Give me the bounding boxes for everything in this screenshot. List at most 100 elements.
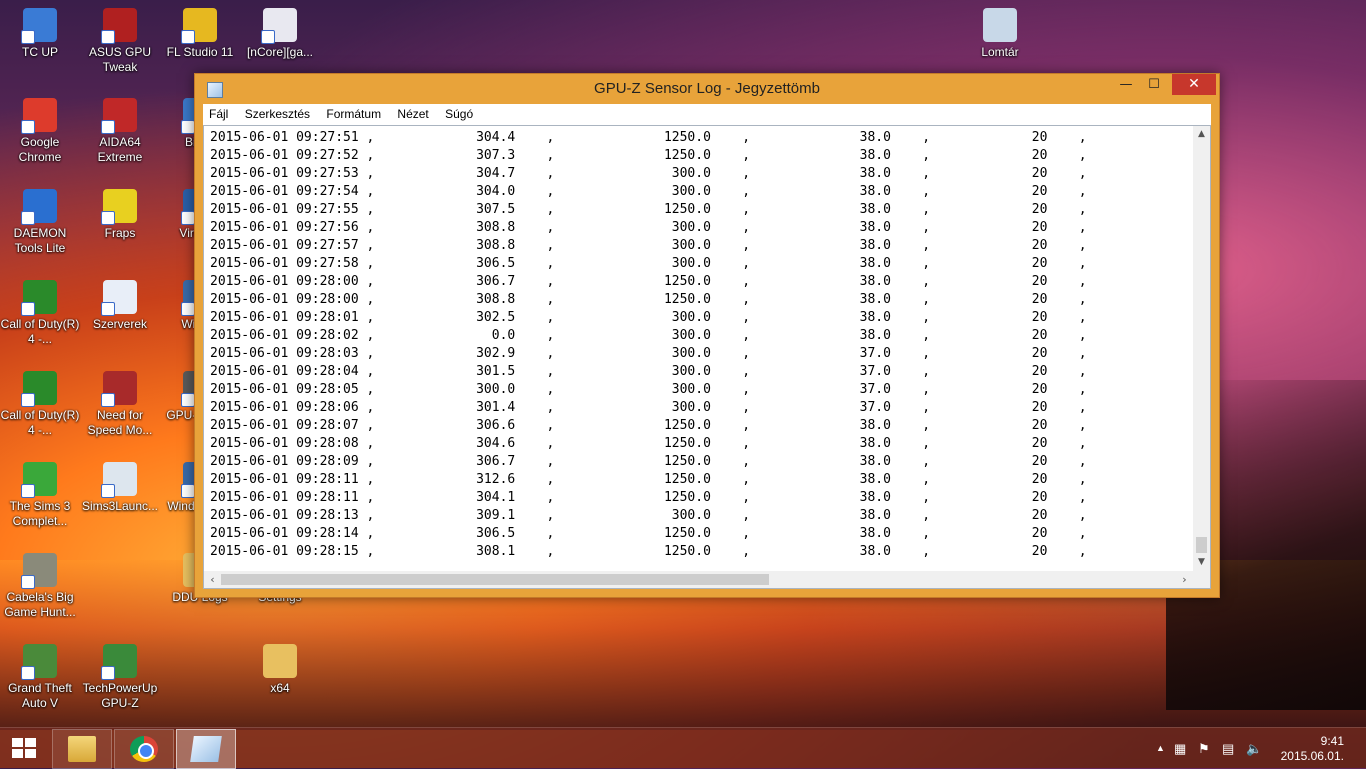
desktop-icon[interactable]: Grand Theft Auto V xyxy=(0,644,80,711)
network-icon[interactable]: ▤ xyxy=(1222,741,1234,757)
desktop-icon-label: Call of Duty(R) 4 -... xyxy=(0,408,80,437)
log-line: 2015-06-01 09:27:53 , 304.7 , 300.0 , 38… xyxy=(210,166,1087,181)
desktop-icon-label: Google Chrome xyxy=(18,135,62,164)
app-icon xyxy=(101,189,137,225)
desktop-icon[interactable]: [nCore][ga... xyxy=(240,8,320,60)
folder-icon xyxy=(68,736,96,762)
log-line: 2015-06-01 09:28:00 , 306.7 , 1250.0 , 3… xyxy=(210,274,1087,289)
desktop-icon-label: Need for Speed Mo... xyxy=(87,408,153,437)
app-icon xyxy=(101,98,137,134)
desktop-icon[interactable]: Need for Speed Mo... xyxy=(80,371,160,438)
start-button[interactable] xyxy=(0,728,48,768)
show-hidden-icons-button[interactable]: ▲ xyxy=(1156,743,1165,753)
desktop-icon[interactable]: Call of Duty(R) 4 -... xyxy=(0,280,80,347)
scroll-left-button[interactable]: ‹ xyxy=(204,571,221,588)
taskbar-notepad[interactable] xyxy=(176,729,236,769)
log-line: 2015-06-01 09:28:11 , 312.6 , 1250.0 , 3… xyxy=(210,472,1087,487)
volume-icon[interactable]: 🔈 xyxy=(1246,741,1262,757)
log-line: 2015-06-01 09:28:01 , 302.5 , 300.0 , 38… xyxy=(210,310,1087,325)
log-line: 2015-06-01 09:28:14 , 306.5 , 1250.0 , 3… xyxy=(210,526,1087,541)
desktop-icon[interactable]: ASUS GPU Tweak xyxy=(80,8,160,75)
vertical-scroll-thumb[interactable] xyxy=(1196,537,1207,553)
desktop-icon-label: x64 xyxy=(270,681,290,695)
menu-edit[interactable]: Szerkesztés xyxy=(239,104,317,121)
app-icon xyxy=(21,553,57,589)
desktop-icon[interactable]: x64 xyxy=(240,644,320,696)
scroll-up-button[interactable]: ▲ xyxy=(1193,126,1210,143)
desktop-icon[interactable]: Fraps xyxy=(80,189,160,241)
desktop-icon-label: Szerverek xyxy=(92,317,148,331)
desktop-icon[interactable]: Call of Duty(R) 4 -... xyxy=(0,371,80,438)
log-line: 2015-06-01 09:27:51 , 304.4 , 1250.0 , 3… xyxy=(210,130,1087,145)
app-icon xyxy=(21,462,57,498)
app-icon xyxy=(21,371,57,407)
desktop-icon[interactable]: TC UP xyxy=(0,8,80,60)
resize-grip[interactable] xyxy=(1193,571,1210,588)
app-icon xyxy=(983,8,1017,42)
taskbar-chrome[interactable] xyxy=(114,729,174,769)
desktop-icon[interactable]: Cabela's Big Game Hunt... xyxy=(0,553,80,620)
desktop-icon-label: TC UP xyxy=(22,45,58,59)
text-area[interactable]: 2015-06-01 09:27:51 , 304.4 , 1250.0 , 3… xyxy=(204,126,1193,571)
desktop-icon[interactable]: Szerverek xyxy=(80,280,160,332)
flag-icon[interactable]: ⚑ xyxy=(1198,741,1210,757)
taskbar-file-explorer[interactable] xyxy=(52,729,112,769)
app-icon xyxy=(263,644,297,678)
desktop-icon-label: The Sims 3 Complet... xyxy=(9,499,71,528)
desktop-icon[interactable]: The Sims 3 Complet... xyxy=(0,462,80,529)
app-icon xyxy=(21,189,57,225)
log-line: 2015-06-01 09:28:05 , 300.0 , 300.0 , 37… xyxy=(210,382,1087,397)
desktop-icon[interactable]: Lomtár xyxy=(960,8,1040,60)
horizontal-scroll-thumb[interactable] xyxy=(221,574,769,585)
log-line: 2015-06-01 09:28:03 , 302.9 , 300.0 , 37… xyxy=(210,346,1087,361)
menu-file[interactable]: Fájl xyxy=(203,104,235,121)
menu-view[interactable]: Nézet xyxy=(391,104,435,121)
desktop-icon[interactable]: AIDA64 Extreme xyxy=(80,98,160,165)
windows-logo-icon xyxy=(12,738,36,758)
action-center-icon[interactable]: ▦ xyxy=(1174,741,1186,757)
scroll-right-button[interactable]: › xyxy=(1176,571,1193,588)
log-line: 2015-06-01 09:28:08 , 304.6 , 1250.0 , 3… xyxy=(210,436,1087,451)
desktop-icon-label: [nCore][ga... xyxy=(246,45,314,59)
log-line: 2015-06-01 09:28:04 , 301.5 , 300.0 , 37… xyxy=(210,364,1087,379)
desktop-icon-label: Sims3Launc... xyxy=(81,499,159,513)
scroll-down-button[interactable]: ▼ xyxy=(1193,554,1210,571)
log-line: 2015-06-01 09:27:57 , 308.8 , 300.0 , 38… xyxy=(210,238,1087,253)
notepad-icon xyxy=(190,736,222,762)
close-button[interactable]: ✕ xyxy=(1172,74,1216,95)
desktop-icon-label: DAEMON Tools Lite xyxy=(13,226,67,255)
app-icon xyxy=(101,371,137,407)
desktop-icon[interactable]: FL Studio 11 xyxy=(160,8,240,60)
desktop-icon[interactable]: TechPowerUp GPU-Z xyxy=(80,644,160,711)
taskbar: ▲ ▦ ⚑ ▤ 🔈 9:41 2015.06.01. xyxy=(0,727,1366,769)
menu-help[interactable]: Súgó xyxy=(439,104,480,121)
vertical-scrollbar[interactable]: ▲ ▼ xyxy=(1193,126,1210,571)
app-icon xyxy=(101,644,137,680)
app-icon xyxy=(21,644,57,680)
app-icon xyxy=(101,462,137,498)
desktop-icon-label: Cabela's Big Game Hunt... xyxy=(4,590,76,619)
log-line: 2015-06-01 09:27:56 , 308.8 , 300.0 , 38… xyxy=(210,220,1087,235)
app-icon xyxy=(21,98,57,134)
menu-format[interactable]: Formátum xyxy=(320,104,388,121)
desktop-icon-label: Lomtár xyxy=(981,45,1019,59)
minimize-button[interactable]: — xyxy=(1111,74,1141,95)
desktop-icon-label: TechPowerUp GPU-Z xyxy=(82,681,158,710)
desktop-icon[interactable]: Google Chrome xyxy=(0,98,80,165)
log-line: 2015-06-01 09:28:09 , 306.7 , 1250.0 , 3… xyxy=(210,454,1087,469)
notepad-window[interactable]: GPU-Z Sensor Log - Jegyzettömb — ☐ ✕ Fáj… xyxy=(194,73,1220,598)
desktop-icon[interactable]: Sims3Launc... xyxy=(80,462,160,514)
desktop-icon[interactable]: DAEMON Tools Lite xyxy=(0,189,80,256)
log-line: 2015-06-01 09:28:15 , 308.1 , 1250.0 , 3… xyxy=(210,544,1087,559)
horizontal-scrollbar[interactable]: ‹ › xyxy=(204,571,1193,588)
title-bar[interactable]: GPU-Z Sensor Log - Jegyzettömb — ☐ ✕ xyxy=(195,74,1219,104)
maximize-button[interactable]: ☐ xyxy=(1139,74,1169,95)
app-icon xyxy=(261,8,297,44)
clock[interactable]: 9:41 2015.06.01. xyxy=(1281,734,1344,764)
chrome-icon xyxy=(130,736,158,762)
log-line: 2015-06-01 09:28:13 , 309.1 , 300.0 , 38… xyxy=(210,508,1087,523)
log-line: 2015-06-01 09:27:58 , 306.5 , 300.0 , 38… xyxy=(210,256,1087,271)
text-editor[interactable]: 2015-06-01 09:27:51 , 304.4 , 1250.0 , 3… xyxy=(203,125,1211,589)
log-line: 2015-06-01 09:27:54 , 304.0 , 300.0 , 38… xyxy=(210,184,1087,199)
app-icon xyxy=(101,8,137,44)
